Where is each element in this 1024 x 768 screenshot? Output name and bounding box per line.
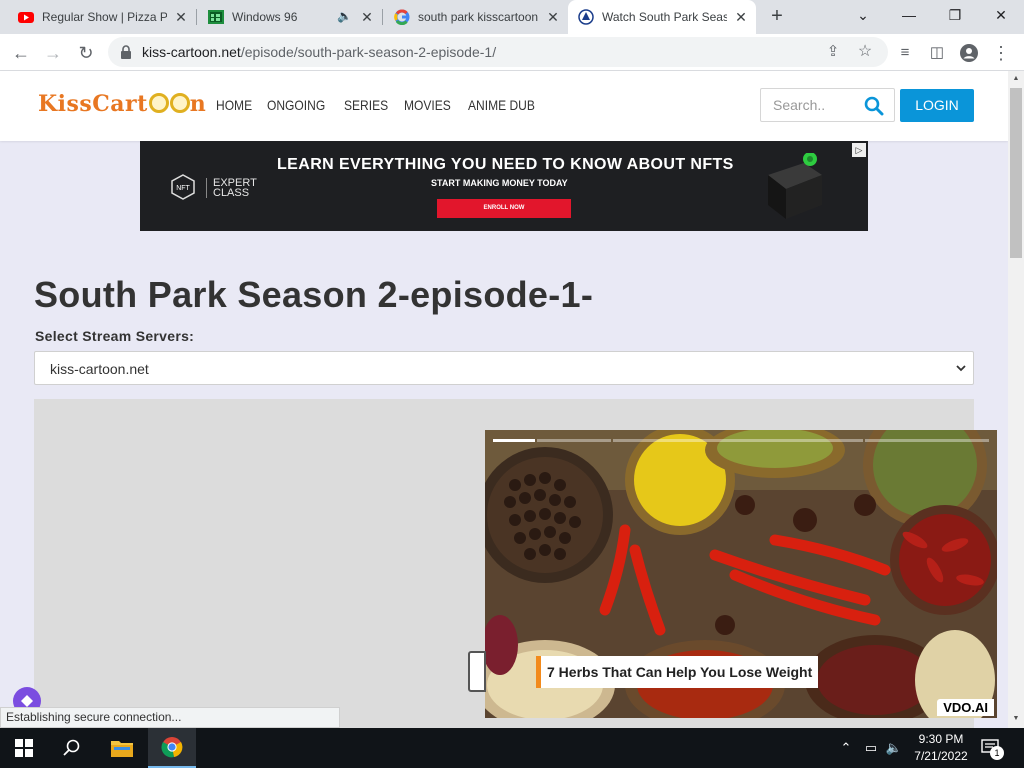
tab-title: Regular Show | Pizza Po	[42, 10, 167, 24]
close-window-button[interactable]: ✕	[978, 0, 1024, 30]
reload-button[interactable]: ↻	[73, 40, 99, 66]
back-button[interactable]: ←	[8, 40, 34, 66]
nav-series[interactable]: SERIES	[344, 97, 388, 113]
address-bar[interactable]: kiss-cartoon.net/episode/south-park-seas…	[108, 37, 888, 67]
nft-ad-banner[interactable]: NFT EXPERT CLASS LEARN EVERYTHING YOU NEE…	[140, 141, 868, 231]
ad-choices-icon[interactable]: ▷	[852, 143, 866, 157]
nft-logo-text: NFT	[176, 185, 190, 192]
search-icon	[63, 739, 80, 756]
nav-ongoing[interactable]: ONGOING	[267, 97, 325, 113]
logo-suffix: n	[189, 91, 207, 117]
logo-text: KissCart	[38, 91, 148, 117]
scroll-down-arrow[interactable]: ▼	[1008, 711, 1024, 727]
search-box	[760, 88, 895, 122]
minimize-button[interactable]: —	[886, 0, 932, 30]
ad-brand-line2: CLASS	[213, 187, 250, 199]
browser-menu-icon[interactable]: ⋮	[988, 40, 1014, 66]
video-ad-caption[interactable]: 7 Herbs That Can Help You Lose Weight	[536, 656, 819, 688]
kisscartoon-icon	[578, 9, 594, 25]
share-icon[interactable]: ⇪	[820, 39, 846, 65]
taskbar-search-button[interactable]	[48, 728, 96, 768]
close-tab-icon[interactable]: ✕	[360, 10, 374, 24]
tab-google-search[interactable]: south park kisscartoon ✕	[384, 0, 568, 34]
speaker-icon[interactable]: 🔈	[337, 9, 352, 23]
video-progress-segment	[613, 439, 863, 442]
scroll-up-arrow[interactable]: ▲	[1008, 71, 1024, 87]
show-hidden-icons[interactable]: ⌃	[838, 739, 854, 757]
close-tab-icon[interactable]: ✕	[546, 10, 560, 24]
nav-movies[interactable]: MOVIES	[404, 97, 451, 113]
chevron-down-icon	[956, 365, 966, 372]
search-icon[interactable]	[864, 96, 884, 116]
tab-title: south park kisscartoon	[418, 10, 539, 24]
url-domain: kiss-cartoon.net	[142, 44, 241, 60]
start-button[interactable]	[0, 728, 48, 768]
chrome-icon	[161, 737, 183, 758]
server-select[interactable]: kiss-cartoon.net	[34, 351, 974, 385]
server-select-value: kiss-cartoon.net	[50, 361, 149, 377]
search-input[interactable]	[762, 90, 857, 120]
browser-toolbar: ← → ↻ kiss-cartoon.net/episode/south-par…	[0, 34, 1024, 71]
bookmark-star-icon[interactable]: ☆	[852, 39, 878, 65]
volume-icon[interactable]: 🔈	[884, 739, 904, 757]
profile-avatar-icon[interactable]	[956, 40, 982, 66]
notification-center-icon[interactable]: 1	[980, 738, 1004, 760]
windows-taskbar: ⌃ ▭ 🔈 9:30 PM 7/21/2022 1	[0, 728, 1024, 768]
site-header: KissCart n HOME ONGOING SERIES MOVIES ANI…	[0, 71, 1008, 141]
floating-video-ad[interactable]: 7 Herbs That Can Help You Lose Weight VD…	[485, 430, 997, 718]
video-progress-filled	[493, 439, 535, 442]
tab-separator	[196, 9, 197, 25]
logo-eye-icon	[148, 93, 169, 113]
clock-date: 7/21/2022	[914, 749, 968, 763]
clock-time: 9:30 PM	[918, 732, 964, 746]
lock-icon	[121, 45, 131, 59]
status-bubble: Establishing secure connection...	[0, 707, 340, 728]
video-ad-drag-handle[interactable]	[468, 651, 486, 692]
main-nav: HOME ONGOING SERIES MOVIES ANIME DUB	[216, 97, 545, 113]
restore-button[interactable]: ❐	[932, 0, 978, 30]
url-path: /episode/south-park-season-2-episode-1/	[240, 44, 497, 60]
ad-subline: START MAKING MONEY TODAY	[431, 178, 568, 188]
taskbar-clock[interactable]: 9:30 PM 7/21/2022	[908, 731, 974, 765]
video-progress-segment	[865, 439, 989, 442]
close-tab-icon[interactable]: ✕	[734, 10, 748, 24]
windows96-icon	[208, 10, 224, 24]
new-tab-button[interactable]: +	[766, 6, 788, 28]
nft-hexagon-logo: NFT	[171, 174, 195, 200]
tab-regular-show[interactable]: Regular Show | Pizza Po ✕	[8, 0, 196, 34]
page-title: South Park Season 2-episode-1-	[34, 274, 594, 315]
address-url: kiss-cartoon.net/episode/south-park-seas…	[142, 44, 496, 60]
media-control-icon[interactable]: ≡	[892, 40, 918, 66]
close-tab-icon[interactable]: ✕	[174, 10, 188, 24]
tab-separator	[382, 9, 383, 25]
expert-class-box-image	[768, 153, 822, 219]
logo-eye-icon	[169, 93, 190, 113]
ad-brand: EXPERT CLASS	[206, 178, 257, 199]
google-icon	[394, 9, 410, 25]
folder-icon	[111, 741, 133, 757]
ad-enroll-button[interactable]: ENROLL NOW	[437, 199, 571, 218]
nav-home[interactable]: HOME	[216, 97, 252, 113]
tab-south-park[interactable]: Watch South Park Seas ✕	[568, 0, 756, 34]
youtube-icon	[18, 12, 34, 23]
kisscartoon-logo[interactable]: KissCart n	[38, 91, 206, 117]
side-panel-icon[interactable]: ◫	[924, 40, 950, 66]
taskbar-file-explorer[interactable]	[98, 728, 146, 768]
notification-count-badge: 1	[990, 746, 1004, 760]
windows-logo-icon	[15, 739, 33, 757]
ad-headline: LEARN EVERYTHING YOU NEED TO KNOW ABOUT …	[277, 156, 734, 173]
server-label: Select Stream Servers:	[35, 328, 195, 344]
tab-search-button[interactable]: ⌄	[840, 0, 886, 30]
scrollbar-thumb[interactable]	[1010, 88, 1022, 258]
video-progress-segment	[537, 439, 611, 442]
vdo-ai-badge[interactable]: VDO.AI	[937, 699, 994, 716]
tab-windows-96[interactable]: Windows 96 🔈 ✕	[198, 0, 382, 34]
browser-tabstrip: Regular Show | Pizza Po ✕ Windows 96 🔈 ✕…	[0, 0, 1024, 34]
forward-button[interactable]: →	[40, 40, 66, 66]
login-button[interactable]: LOGIN	[900, 89, 974, 122]
network-icon[interactable]: ▭	[860, 739, 882, 757]
tab-title: Watch South Park Seas	[602, 10, 727, 24]
nav-anime-dub[interactable]: ANIME DUB	[468, 97, 535, 113]
taskbar-chrome[interactable]	[148, 728, 196, 768]
